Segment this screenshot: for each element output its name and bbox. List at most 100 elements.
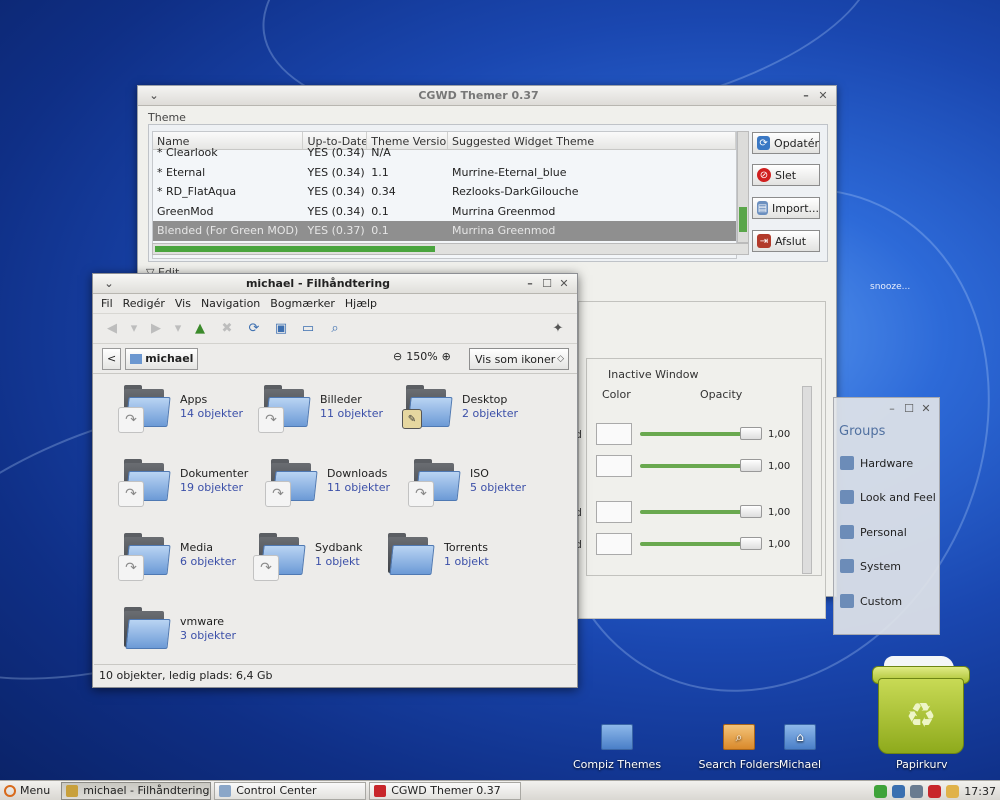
theme-table-hscrollbar[interactable] xyxy=(152,243,749,255)
fm-titlebar[interactable]: ⌄ michael - Filhåndtering – ☐ ✕ xyxy=(93,274,577,294)
color-swatch-button[interactable] xyxy=(596,533,632,555)
update-button[interactable]: ⟳ Opdatér xyxy=(752,132,820,154)
scrollbar-thumb[interactable] xyxy=(155,246,435,252)
folder-item[interactable]: ↷ Apps 14 objekter xyxy=(118,385,243,433)
fm-title: michael - Filhåndtering xyxy=(245,277,391,290)
group-item-label: Look and Feel xyxy=(860,490,936,504)
task-cgwd-themer[interactable]: CGWD Themer 0.37 xyxy=(369,781,522,800)
desktop-icon-michael[interactable]: ⌂ Michael xyxy=(755,724,845,771)
slider-knob[interactable] xyxy=(740,459,762,472)
opacity-slider[interactable] xyxy=(640,537,762,550)
theme-table-vscrollbar[interactable] xyxy=(737,131,749,243)
minimize-icon[interactable]: – xyxy=(799,89,813,103)
delete-button[interactable]: ⊘ Slet xyxy=(752,164,820,186)
folder-item[interactable]: ↷ ISO 5 objekter xyxy=(408,459,527,507)
table-row[interactable]: * RD_FlatAqua YES (0.34) 0.34 Rezlooks-D… xyxy=(153,182,736,202)
folder-item[interactable]: ↷ Sydbank 1 objekt xyxy=(253,533,363,581)
menu-file[interactable]: Fil xyxy=(101,297,113,310)
search-icon[interactable]: ⌕ xyxy=(326,320,344,338)
group-item-custom[interactable]: Custom xyxy=(840,594,902,608)
forward-icon[interactable]: ▶ xyxy=(147,320,165,338)
menu-help[interactable]: Hjælp xyxy=(345,297,377,310)
slider-knob[interactable] xyxy=(740,427,762,440)
network-icon[interactable] xyxy=(892,784,906,798)
folder-item[interactable]: Torrents 1 objekt xyxy=(386,533,489,577)
quit-button-label: Afslut xyxy=(775,234,807,248)
minimize-icon[interactable]: – xyxy=(885,401,899,415)
slider-knob[interactable] xyxy=(740,505,762,518)
group-item-personal[interactable]: Personal xyxy=(840,525,907,539)
window-menu-icon[interactable]: ⌄ xyxy=(147,89,161,103)
group-item-system[interactable]: System xyxy=(840,559,901,573)
menu-bookmarks[interactable]: Bogmærker xyxy=(270,297,335,310)
group-item-hardware[interactable]: Hardware xyxy=(840,456,913,470)
window-menu-icon[interactable]: ⌄ xyxy=(102,277,116,291)
clock[interactable]: 17:37 xyxy=(964,785,996,798)
maximize-icon[interactable]: ☐ xyxy=(540,277,554,291)
table-row-selected[interactable]: Blended (For Green MOD) YES (0.37) 0.1 M… xyxy=(153,221,736,241)
zoom-out-icon[interactable]: ⊖ xyxy=(393,350,402,363)
menu-button[interactable]: Menu xyxy=(0,782,58,800)
cgwd-titlebar[interactable]: ⌄ CGWD Themer 0.37 – ✕ xyxy=(138,86,836,106)
close-icon[interactable]: ✕ xyxy=(816,89,830,103)
menu-view[interactable]: Vis xyxy=(175,297,191,310)
minimize-icon[interactable]: – xyxy=(523,277,537,291)
task-label: michael - Filhåndtering xyxy=(83,784,210,797)
edit-panel-vscrollbar[interactable] xyxy=(802,386,812,574)
folder-item[interactable]: vmware 3 objekter xyxy=(122,607,236,651)
folder-item[interactable]: ✎ Desktop 2 objekter xyxy=(402,385,518,429)
zoom-in-icon[interactable]: ⊕ xyxy=(442,350,451,363)
chat-icon[interactable] xyxy=(910,784,924,798)
maximize-icon[interactable]: ☐ xyxy=(902,401,916,415)
scrollbar-thumb[interactable] xyxy=(739,207,747,232)
zoom-level[interactable]: 150% xyxy=(406,350,437,363)
back-icon[interactable]: ◀ xyxy=(103,320,121,338)
group-item-look-and-feel[interactable]: Look and Feel xyxy=(840,490,936,504)
desktop-icon-compiz-themes[interactable]: Compiz Themes xyxy=(572,724,662,771)
menu-edit[interactable]: Redigér xyxy=(123,297,165,310)
folder-item[interactable]: ↷ Dokumenter 19 objekter xyxy=(118,459,248,507)
slider-knob[interactable] xyxy=(740,537,762,550)
back-dropdown-icon[interactable]: ▾ xyxy=(130,320,138,338)
opacity-value: 1,00 xyxy=(768,428,791,440)
folder-item[interactable]: ↷ Media 6 objekter xyxy=(118,533,236,581)
cell-version: 0.34 xyxy=(371,185,396,199)
import-button[interactable]: ▤ Import... xyxy=(752,197,820,219)
cgwd-icon xyxy=(374,784,387,797)
opacity-slider[interactable] xyxy=(640,459,762,472)
folder-count: 5 objekter xyxy=(470,481,527,494)
computer-icon[interactable]: ▭ xyxy=(299,320,317,338)
path-back-button[interactable]: < xyxy=(102,347,122,370)
menu-navigation[interactable]: Navigation xyxy=(201,297,260,310)
color-swatch-button[interactable] xyxy=(596,455,632,477)
update-icon[interactable] xyxy=(874,784,888,798)
table-row[interactable]: * Eternal YES (0.34) 1.1 Murrine-Eternal… xyxy=(153,163,736,183)
stop-icon[interactable]: ✖ xyxy=(218,320,236,338)
task-filemanager[interactable]: michael - Filhåndtering xyxy=(61,781,212,800)
folder-item[interactable]: ↷ Downloads 11 objekter xyxy=(265,459,390,507)
view-mode-select[interactable]: Vis som ikoner ◇ xyxy=(469,348,569,370)
color-swatch-button[interactable] xyxy=(596,423,632,445)
up-icon[interactable]: ▲ xyxy=(191,320,209,338)
opacity-slider[interactable] xyxy=(640,505,762,518)
search-folder-icon: ⌕ xyxy=(723,724,755,750)
folder-icon xyxy=(601,724,633,750)
close-icon[interactable]: ✕ xyxy=(557,277,571,291)
folder-icon: ↷ xyxy=(258,385,312,433)
reload-icon[interactable]: ⟳ xyxy=(245,320,263,338)
folder-icon: ↷ xyxy=(118,533,172,581)
color-swatch-button[interactable] xyxy=(596,501,632,523)
breadcrumb[interactable]: michael xyxy=(125,347,199,370)
opacity-slider[interactable] xyxy=(640,427,762,440)
task-control-center[interactable]: Control Center xyxy=(214,781,367,800)
mail-icon[interactable] xyxy=(946,784,960,798)
trash-icon[interactable]: ♻ xyxy=(872,656,970,756)
forward-dropdown-icon[interactable]: ▾ xyxy=(174,320,182,338)
table-row[interactable]: GreenMod YES (0.34) 0.1 Murrina Greenmod xyxy=(153,202,736,222)
home-folder-icon[interactable]: ▣ xyxy=(272,320,290,338)
cgwd-tray-icon[interactable] xyxy=(928,784,942,798)
quit-button[interactable]: ⇥ Afslut xyxy=(752,230,820,252)
close-icon[interactable]: ✕ xyxy=(919,401,933,415)
folder-item[interactable]: ↷ Billeder 11 objekter xyxy=(258,385,383,433)
column-header-widget-theme[interactable]: Suggested Widget Theme xyxy=(448,132,736,149)
